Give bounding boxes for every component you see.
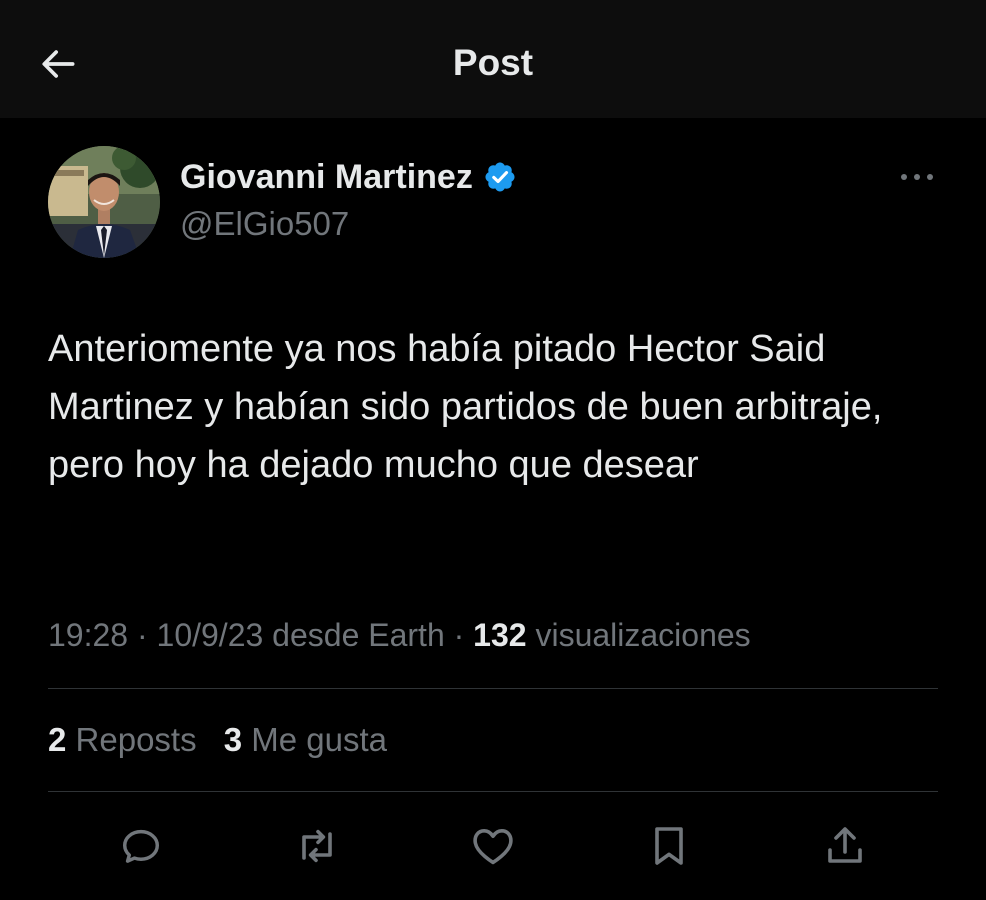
reposts-label: Reposts bbox=[75, 721, 197, 758]
views-label: visualizaciones bbox=[535, 617, 751, 653]
views-count: 132 bbox=[473, 617, 527, 653]
post-source: desde Earth bbox=[272, 617, 445, 653]
divider bbox=[48, 791, 938, 792]
likes-count: 3 bbox=[223, 721, 243, 758]
author-handle[interactable]: @ElGio507 bbox=[180, 203, 349, 245]
likes-label: Me gusta bbox=[251, 721, 388, 758]
meta-separator: · bbox=[453, 617, 465, 653]
reposts-count: 2 bbox=[48, 721, 67, 758]
bookmark-icon bbox=[655, 827, 683, 865]
post-stats: 2 Reposts 3 Me gusta bbox=[48, 718, 387, 762]
bookmark-button[interactable] bbox=[645, 822, 693, 870]
likes-stat[interactable]: 3 Me gusta bbox=[224, 718, 387, 762]
more-options-button[interactable] bbox=[894, 162, 940, 192]
author-name[interactable]: Giovanni Martinez bbox=[180, 156, 517, 198]
reply-button[interactable] bbox=[117, 822, 165, 870]
repost-icon bbox=[302, 829, 332, 863]
divider bbox=[48, 688, 938, 689]
reposts-stat[interactable]: 2 Reposts bbox=[48, 718, 197, 762]
avatar-photo bbox=[48, 146, 160, 258]
post-meta: 19:28 · 10/9/23 desde Earth · 132 visual… bbox=[48, 613, 751, 657]
share-icon bbox=[828, 827, 862, 863]
avatar[interactable] bbox=[48, 146, 160, 258]
meta-separator: · bbox=[136, 617, 148, 653]
post-text: Anteriomente ya nos había pitado Hector … bbox=[48, 328, 883, 486]
post-date[interactable]: 10/9/23 bbox=[157, 617, 264, 653]
like-button[interactable] bbox=[469, 822, 517, 870]
repost-button[interactable] bbox=[293, 822, 341, 870]
like-icon bbox=[473, 829, 513, 865]
author-name-text: Giovanni Martinez bbox=[180, 158, 473, 196]
more-horizontal-icon bbox=[901, 174, 933, 180]
post-time[interactable]: 19:28 bbox=[48, 617, 128, 653]
verified-badge-icon bbox=[485, 162, 515, 192]
top-bar: Post bbox=[0, 0, 986, 118]
share-button[interactable] bbox=[821, 822, 869, 870]
reply-icon bbox=[122, 829, 160, 863]
page-title: Post bbox=[452, 42, 534, 83]
